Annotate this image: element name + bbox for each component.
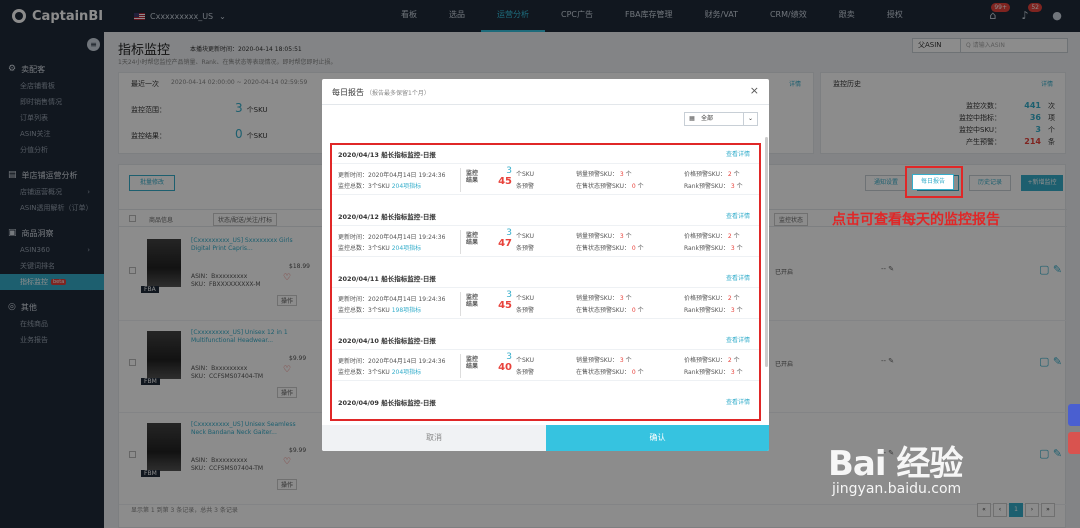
cancel-button[interactable]: 取消 (322, 425, 546, 451)
close-icon[interactable]: × (750, 84, 759, 97)
side-chat-widget[interactable] (1068, 404, 1080, 426)
modal-footer: 取消 确认 (322, 425, 769, 451)
calendar-icon: ▦ (689, 115, 695, 122)
annotation-box (905, 166, 963, 198)
annotation-text: 点击可查看每天的监控报告 (832, 212, 1000, 228)
modal-title: 每日报告 （报告最多保留1个月） (332, 88, 430, 97)
side-feedback-widget[interactable] (1068, 432, 1080, 454)
confirm-button[interactable]: 确认 (546, 425, 769, 451)
modal-scrollbar[interactable] (765, 137, 768, 367)
report-filter-select[interactable]: ▦ 全部 ⌄ (684, 112, 758, 126)
report-list-annotation-box (330, 143, 761, 421)
watermark: Bai 经验 jingyan.baidu.com (828, 444, 963, 497)
modal-header: 每日报告 （报告最多保留1个月） × (322, 79, 769, 105)
daily-report-modal: 每日报告 （报告最多保留1个月） × ▦ 全部 ⌄ 2020/04/13 船长指标… (322, 79, 769, 451)
chevron-down-icon[interactable]: ⌄ (743, 113, 757, 125)
